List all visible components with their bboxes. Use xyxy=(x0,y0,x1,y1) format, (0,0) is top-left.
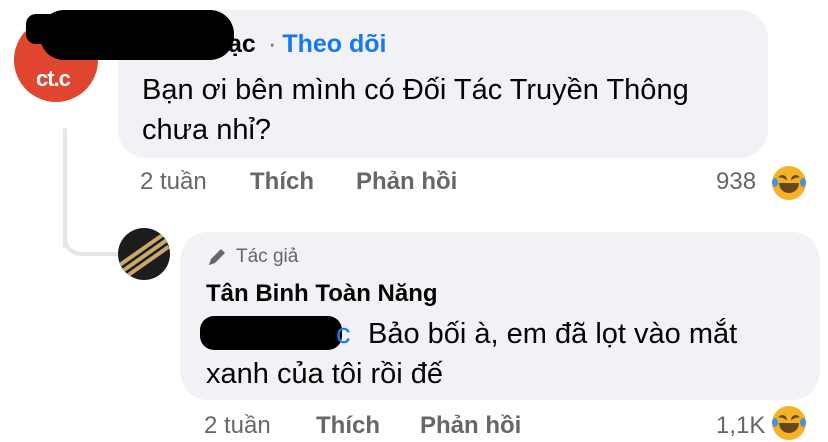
author-badge: Tác giả xyxy=(206,246,298,268)
separator-dot: · xyxy=(268,30,277,58)
like-button[interactable]: Thích xyxy=(316,412,380,440)
follow-button[interactable]: · Theo dõi xyxy=(268,30,386,59)
comment-text: Bạn ơi bên mình có Đối Tác Truyền Thông … xyxy=(142,74,689,146)
pen-icon xyxy=(209,249,225,265)
follow-label: Theo dõi xyxy=(282,30,387,58)
redaction-mark xyxy=(40,10,234,60)
author-badge-label: Tác giả xyxy=(236,246,299,267)
thread-connector xyxy=(63,232,123,256)
comment-text: Bảo bối à, em đã lọt vào mắt xanh của tô… xyxy=(206,318,738,390)
comment-time[interactable]: 2 tuần xyxy=(140,168,207,196)
comment-time[interactable]: 2 tuần xyxy=(204,412,271,440)
avatar-text: ct.c xyxy=(36,66,71,91)
like-button[interactable]: Thích xyxy=(250,168,314,196)
commenter-name[interactable]: ạc xyxy=(228,30,256,59)
haha-emoji-icon[interactable] xyxy=(772,166,806,200)
avatar[interactable] xyxy=(118,228,170,280)
reaction-count[interactable]: 938 xyxy=(716,168,756,196)
reaction-count[interactable]: 1,1K xyxy=(716,412,765,440)
reply-button[interactable]: Phản hồi xyxy=(420,412,521,440)
haha-emoji-icon[interactable] xyxy=(772,406,806,440)
thread-line xyxy=(63,128,67,248)
commenter-name[interactable]: Tân Binh Toàn Năng xyxy=(206,280,438,308)
reply-button[interactable]: Phản hồi xyxy=(356,168,457,196)
